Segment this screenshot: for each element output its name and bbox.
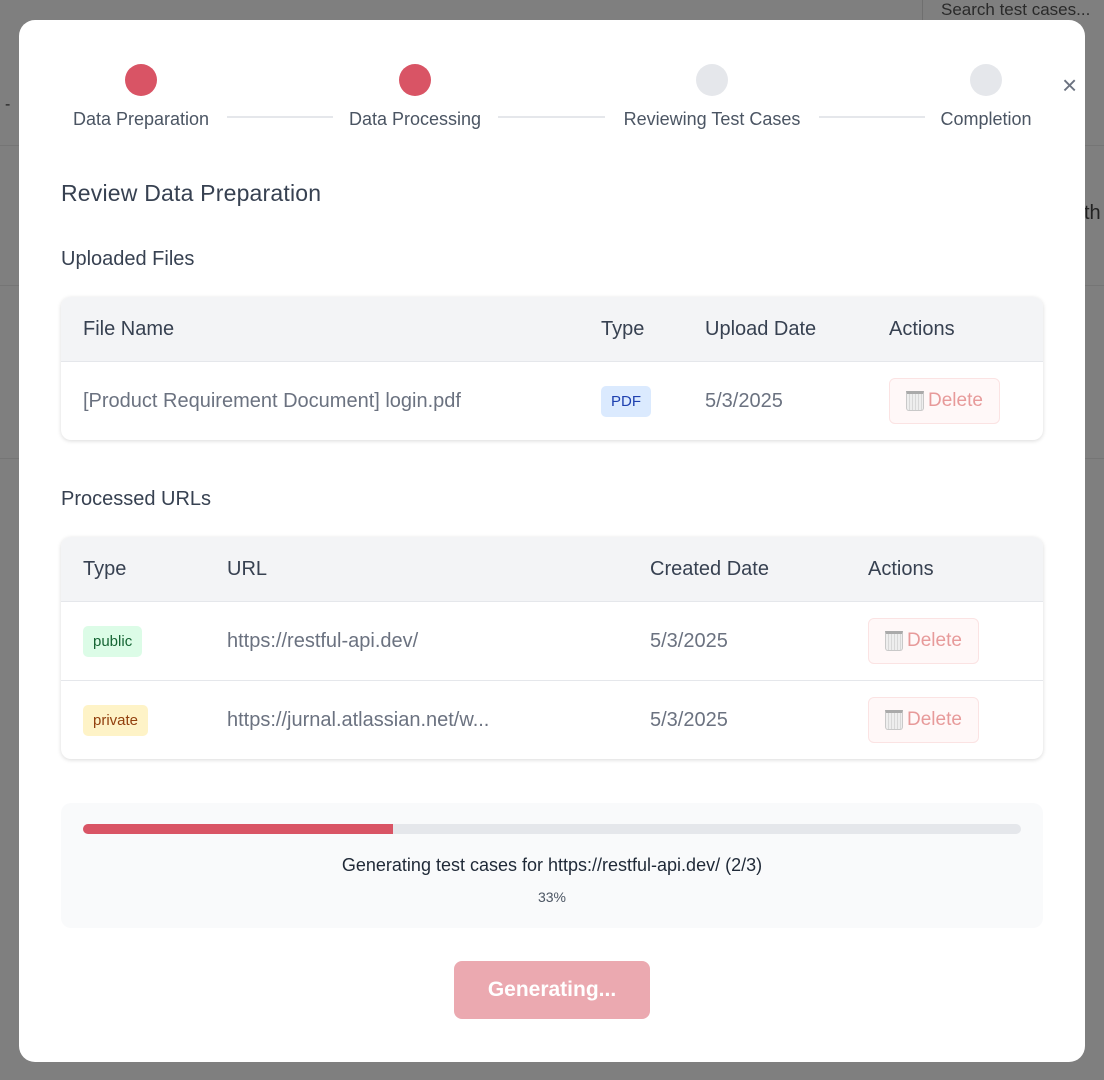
modal-title: Review Data Preparation <box>61 180 322 206</box>
progress-bar <box>83 824 1021 834</box>
processed-urls-heading: Processed URLs <box>61 488 212 510</box>
processed-urls-table: Type URL Created Date Actions public htt… <box>61 537 1043 759</box>
progress-text: Generating test cases for https://restfu… <box>341 855 763 875</box>
column-header: Upload Date <box>705 317 817 340</box>
url-type-badge: private <box>83 704 149 736</box>
step-dot <box>125 64 157 96</box>
generating-button[interactable]: Generating... <box>454 961 650 1019</box>
step-data-processing: Data Processing <box>315 64 515 130</box>
table-header: File Name Type Upload Date Actions <box>61 297 1043 361</box>
uploaded-files-table: File Name Type Upload Date Actions [Prod… <box>61 297 1043 440</box>
column-header: Actions <box>889 317 955 340</box>
delete-label: Delete <box>907 630 962 651</box>
step-label: Completion <box>940 109 1032 129</box>
step-reviewing-test-cases: Reviewing Test Cases <box>612 64 812 130</box>
file-type-badge: PDF <box>601 385 651 417</box>
step-dot <box>696 64 728 96</box>
created-date: 5/3/2025 <box>650 629 728 652</box>
review-modal: × Data Preparation Data Processing Revie… <box>19 20 1085 1062</box>
column-header: Type <box>83 557 127 580</box>
trash-icon <box>885 631 903 651</box>
upload-date: 5/3/2025 <box>705 389 783 412</box>
step-label: Data Preparation <box>72 109 210 129</box>
table-row: [Product Requirement Document] login.pdf… <box>61 361 1043 440</box>
table-header: Type URL Created Date Actions <box>61 537 1043 601</box>
step-label: Reviewing Test Cases <box>623 109 801 129</box>
column-header: File Name <box>83 317 175 340</box>
step-data-preparation: Data Preparation <box>41 64 241 130</box>
background-text: th <box>1084 202 1101 224</box>
url-link[interactable]: https://jurnal.atlassian.net/w... <box>227 681 489 759</box>
delete-button[interactable]: Delete <box>889 378 1000 424</box>
created-date: 5/3/2025 <box>650 708 728 731</box>
url-link[interactable]: https://restful-api.dev/ <box>227 602 418 680</box>
step-label: Data Processing <box>348 109 482 129</box>
trash-icon <box>885 710 903 730</box>
table-row: public https://restful-api.dev/ 5/3/2025… <box>61 601 1043 680</box>
trash-icon <box>906 391 924 411</box>
progress-percent: 33% <box>537 889 567 905</box>
progress-panel: Generating test cases for https://restfu… <box>61 803 1043 928</box>
step-dot <box>399 64 431 96</box>
delete-label: Delete <box>907 709 962 730</box>
delete-button[interactable]: Delete <box>868 697 979 743</box>
column-header: Type <box>601 317 645 340</box>
url-type-badge: public <box>83 625 143 657</box>
table-row: private https://jurnal.atlassian.net/w..… <box>61 680 1043 759</box>
step-dot <box>970 64 1002 96</box>
delete-label: Delete <box>928 390 983 411</box>
background-text: - <box>5 96 11 113</box>
column-header: URL <box>227 557 268 580</box>
uploaded-files-heading: Uploaded Files <box>61 248 195 270</box>
progress-fill <box>83 824 393 834</box>
column-header: Created Date <box>650 557 769 580</box>
background-search-input: Search test cases... <box>922 0 1104 22</box>
step-completion: Completion <box>886 64 1086 130</box>
column-header: Actions <box>868 557 934 580</box>
file-name: [Product Requirement Document] login.pdf <box>83 389 461 412</box>
delete-button[interactable]: Delete <box>868 618 979 664</box>
